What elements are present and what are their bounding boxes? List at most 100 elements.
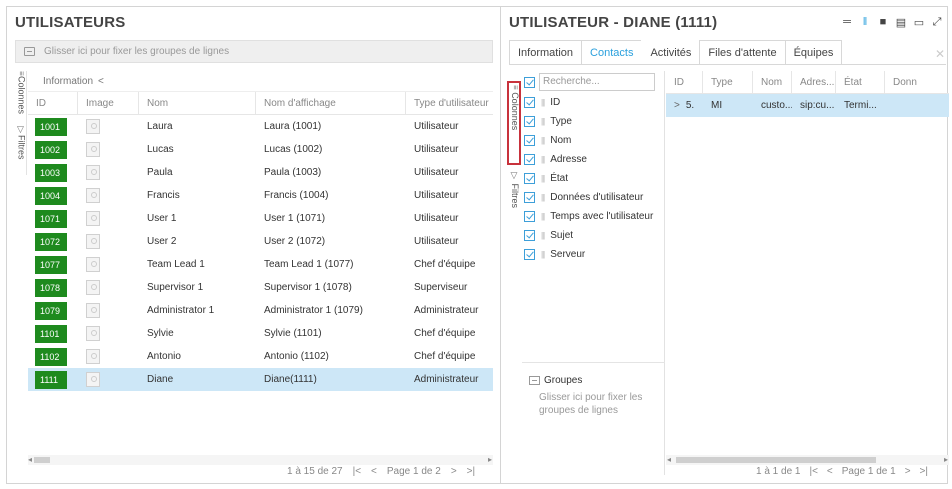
table-row[interactable]: > 5. MI custo... sip:cu... Termi... [666, 94, 949, 117]
save-icon[interactable]: ■ [875, 14, 891, 30]
column-header-id[interactable]: ID [28, 92, 78, 114]
column-chooser-item[interactable]: ||| État [522, 169, 664, 188]
drag-handle-icon[interactable]: ||| [541, 136, 545, 145]
scroll-right-icon[interactable]: ▸ [944, 455, 948, 465]
column-header-type[interactable]: Type [703, 71, 753, 93]
first-page-icon[interactable]: |< [809, 466, 817, 477]
last-page-icon[interactable]: >| [467, 466, 475, 477]
cell-nom: User 1 [147, 213, 177, 224]
first-page-icon[interactable]: |< [353, 466, 361, 477]
column-chooser-item[interactable]: ||| Temps avec l'utilisateur [522, 207, 664, 226]
prev-page-icon[interactable]: < [827, 466, 833, 477]
chevron-left-icon[interactable]: < [98, 76, 104, 87]
row-group-dropzone[interactable]: Glisser ici pour fixer les groupes de li… [15, 40, 493, 63]
scrollbar-thumb[interactable] [34, 457, 50, 463]
table-row[interactable]: 1002 Lucas Lucas (1002) Utilisateur [28, 138, 493, 161]
groups-dropzone[interactable]: Groupes Glisser ici pour fixer les group… [522, 362, 665, 475]
column-checkbox[interactable] [524, 97, 535, 108]
prev-page-icon[interactable]: < [371, 466, 377, 477]
column-chooser-item[interactable]: ||| Type [522, 112, 664, 131]
column-search-input[interactable]: Recherche... [539, 73, 655, 91]
column-search-row: Recherche... [522, 71, 664, 93]
table-row[interactable]: 1101 Sylvie Sylvie (1101) Chef d'équipe [28, 322, 493, 345]
drag-handle-icon[interactable]: ||| [541, 174, 545, 183]
scrollbar-thumb[interactable] [676, 457, 876, 463]
tab-information[interactable]: Information [509, 40, 583, 64]
drag-handle-icon[interactable]: ||| [541, 98, 545, 107]
layout-vertical-icon[interactable]: ‖ [857, 14, 873, 30]
table-row[interactable]: 1079 Administrator 1 Administrator 1 (1079… [28, 299, 493, 322]
close-icon[interactable]: ✕ [935, 47, 945, 61]
detail-filters-label: Filtres [510, 183, 520, 209]
expand-icon[interactable]: ⤢ [929, 14, 945, 30]
scroll-left-icon[interactable]: ◂ [667, 455, 671, 465]
column-header-etat[interactable]: État [836, 71, 885, 93]
scroll-left-icon[interactable]: ◂ [28, 455, 32, 465]
column-checkbox[interactable] [524, 211, 535, 222]
column-checkbox[interactable] [524, 249, 535, 260]
column-chooser-item[interactable]: ||| Serveur [522, 245, 664, 264]
tab-equipes[interactable]: Équipes [784, 40, 843, 64]
cell-type: Utilisateur [414, 190, 459, 201]
column-chooser-item[interactable]: ||| Données d'utilisateur [522, 188, 664, 207]
table-row[interactable]: 1077 Team Lead 1 Team Lead 1 (1077) Chef d'… [28, 253, 493, 276]
layout-horizontal-icon[interactable]: ═ [839, 14, 855, 30]
drag-handle-icon[interactable]: ||| [541, 117, 545, 126]
drag-handle-icon[interactable]: ||| [541, 231, 545, 240]
cell-id: 1072 [28, 230, 78, 253]
column-header-donnees[interactable]: Donn [885, 71, 949, 93]
column-checkbox[interactable] [524, 116, 535, 127]
table-row[interactable]: 1072 User 2 User 2 (1072) Utilisateur [28, 230, 493, 253]
column-chooser-item[interactable]: ||| Sujet [522, 226, 664, 245]
drag-handle-icon[interactable]: ||| [541, 155, 545, 164]
filters-tool-button[interactable]: ▽ Filtres [16, 125, 27, 160]
scroll-right-icon[interactable]: ▸ [488, 455, 492, 465]
column-header-image[interactable]: Image [78, 92, 139, 114]
next-page-icon[interactable]: > [905, 466, 911, 477]
horizontal-scrollbar[interactable]: ◂ ▸ [666, 455, 949, 465]
tab-contacts[interactable]: Contacts [581, 40, 643, 64]
column-group-breadcrumb[interactable]: Information < [28, 71, 493, 92]
detail-filters-tool-button[interactable]: ▽ Filtres [509, 171, 520, 208]
column-chooser-item[interactable]: ||| Adresse [522, 150, 664, 169]
next-page-icon[interactable]: > [451, 466, 457, 477]
table-row[interactable]: 1102 Antonio Antonio (1102) Chef d'équipe [28, 345, 493, 368]
table-row[interactable]: 1071 User 1 User 1 (1071) Utilisateur [28, 207, 493, 230]
column-checkbox[interactable] [524, 192, 535, 203]
drag-handle-icon[interactable]: ||| [541, 250, 545, 259]
column-header-adresse[interactable]: Adres... [792, 71, 836, 93]
expand-row-icon[interactable]: > [674, 100, 680, 111]
column-checkbox[interactable] [524, 173, 535, 184]
select-all-checkbox[interactable] [524, 76, 535, 88]
tab-files-attente[interactable]: Files d'attente [699, 40, 786, 64]
table-row[interactable]: 1003 Paula Paula (1003) Utilisateur [28, 161, 493, 184]
cell-image [78, 253, 139, 276]
drag-handle-icon[interactable]: ||| [541, 193, 545, 202]
cell-type: Chef d'équipe [414, 259, 476, 270]
cell-type: Superviseur [414, 282, 468, 293]
drag-handle-icon[interactable]: ||| [541, 212, 545, 221]
window-icon[interactable]: ▭ [911, 14, 927, 30]
column-checkbox[interactable] [524, 154, 535, 165]
column-checkbox[interactable] [524, 230, 535, 241]
table-row[interactable]: 1111 Diane Diane(1111) Administrateur [28, 368, 493, 391]
table-row[interactable]: 1078 Supervisor 1 Supervisor 1 (1078) Super… [28, 276, 493, 299]
column-header-nom[interactable]: Nom [139, 92, 256, 114]
detail-columns-tool-button[interactable]: ≡ Colonnes [509, 85, 520, 130]
horizontal-scrollbar[interactable]: ◂ ▸ [28, 455, 493, 465]
copy-icon[interactable]: ▤ [893, 14, 909, 30]
column-chooser-item[interactable]: ||| Nom [522, 131, 664, 150]
column-header-affichage[interactable]: Nom d'affichage [256, 92, 406, 114]
column-header-type[interactable]: Type d'utilisateur [406, 92, 493, 114]
id-badge: 1071 [35, 209, 67, 228]
last-page-icon[interactable]: >| [920, 466, 928, 477]
tab-activites[interactable]: Activités [641, 40, 701, 64]
column-header-nom[interactable]: Nom [753, 71, 792, 93]
columns-tool-button[interactable]: ≡ Colonnes [16, 71, 27, 114]
column-checkbox[interactable] [524, 135, 535, 146]
column-chooser-label: Sujet [550, 230, 574, 241]
table-row[interactable]: 1004 Francis Francis (1004) Utilisateur [28, 184, 493, 207]
column-header-id[interactable]: ID [666, 71, 703, 93]
table-row[interactable]: 1001 Laura Laura (1001) Utilisateur [28, 115, 493, 138]
column-chooser-item[interactable]: ||| ID [522, 93, 664, 112]
